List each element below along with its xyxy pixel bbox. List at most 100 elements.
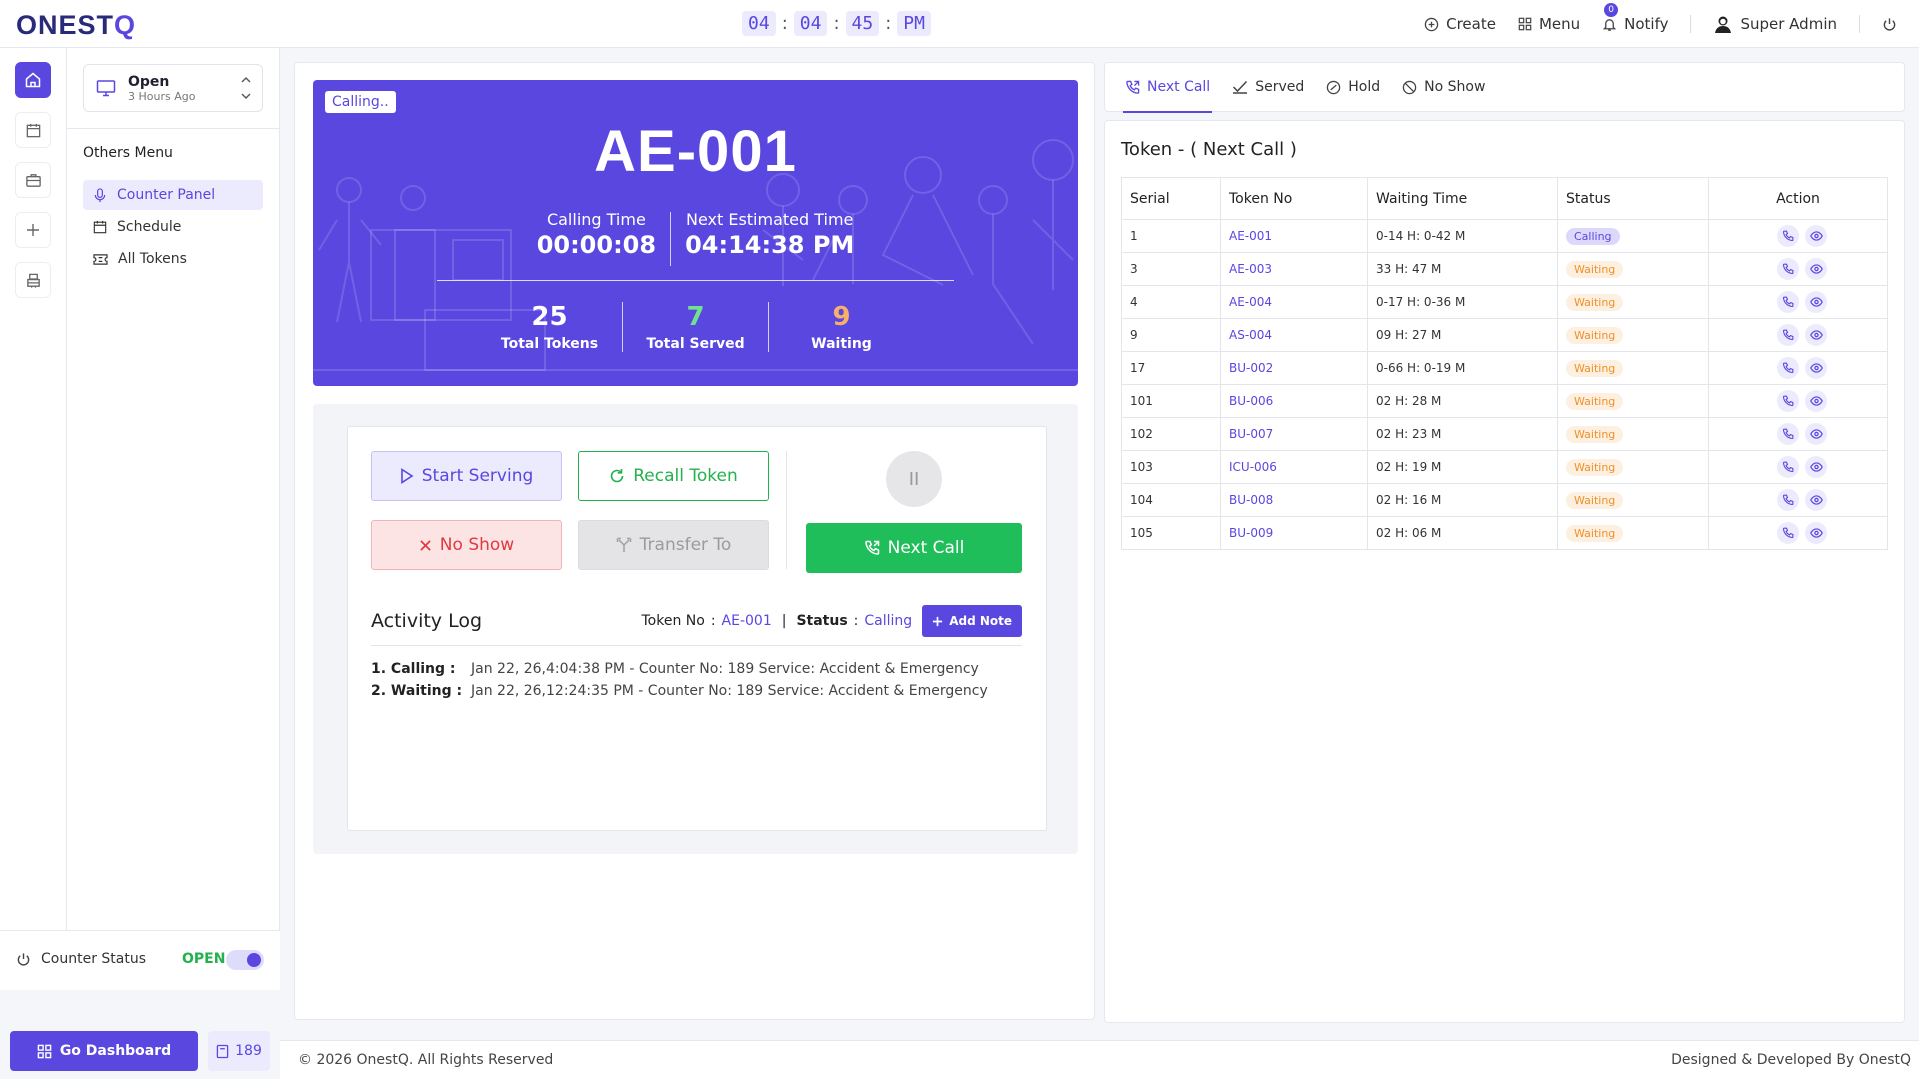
current-token: AE-001 xyxy=(594,119,797,184)
check-icon xyxy=(1232,80,1248,94)
queue-tabs: Next Call Served Hold No Show xyxy=(1104,62,1905,113)
eye-icon[interactable] xyxy=(1805,489,1827,511)
go-dashboard-label: Go Dashboard xyxy=(59,1043,172,1059)
counter-number-badge[interactable]: 189 xyxy=(208,1031,270,1071)
token-link[interactable]: BU-006 xyxy=(1220,384,1368,418)
copyright: © 2026 OnestQ. All Rights Reserved xyxy=(298,1052,554,1068)
call-icon[interactable] xyxy=(1777,258,1799,280)
clock-hours: 04 xyxy=(742,11,776,36)
table-row: 17 BU-002 0-66 H: 0-19 M Waiting xyxy=(1121,351,1888,385)
tab-next-call[interactable]: Next Call xyxy=(1122,62,1213,113)
tab-served[interactable]: Served xyxy=(1232,62,1304,112)
power-icon[interactable] xyxy=(1882,17,1897,32)
queue-table: Serial Token No Waiting Time Status Acti… xyxy=(1121,177,1888,550)
tab-no-show[interactable]: No Show xyxy=(1402,62,1485,112)
sidebar-item-label: Counter Panel xyxy=(117,187,216,203)
status-badge: Waiting xyxy=(1566,326,1624,344)
token-link[interactable]: AE-001 xyxy=(1220,219,1368,253)
eye-icon[interactable] xyxy=(1805,258,1827,280)
transfer-to-label: Transfer To xyxy=(639,535,732,555)
call-icon[interactable] xyxy=(1777,456,1799,478)
call-icon[interactable] xyxy=(1777,423,1799,445)
power-icon xyxy=(16,952,31,967)
menu-button[interactable]: Menu xyxy=(1518,15,1580,33)
token-link[interactable]: AE-004 xyxy=(1220,285,1368,319)
create-button[interactable]: Create xyxy=(1424,15,1496,33)
token-link[interactable]: AE-003 xyxy=(1220,252,1368,286)
phone-icon xyxy=(864,540,880,556)
no-show-button[interactable]: No Show xyxy=(371,520,562,570)
column-header: Status xyxy=(1557,177,1709,220)
briefcase-icon[interactable] xyxy=(15,162,51,198)
eye-icon[interactable] xyxy=(1805,324,1827,346)
counter-panel: Calling.. AE-001 Calling Time 00:00:08 N… xyxy=(294,62,1095,1020)
queue-title: Token - ( Next Call ) xyxy=(1121,139,1297,160)
token-link[interactable]: BU-009 xyxy=(1220,516,1368,550)
token-link[interactable]: BU-007 xyxy=(1220,417,1368,451)
table-row: 104 BU-008 02 H: 16 M Waiting xyxy=(1121,483,1888,517)
call-icon[interactable] xyxy=(1777,390,1799,412)
waiting-time-cell: 02 H: 19 M xyxy=(1367,450,1558,484)
eye-icon[interactable] xyxy=(1805,225,1827,247)
counter-status-bar: Counter Status OPEN xyxy=(0,930,280,990)
call-icon[interactable] xyxy=(1777,522,1799,544)
counter-status-label: Counter Status xyxy=(41,951,147,967)
sidebar-item-all-tokens[interactable]: All Tokens xyxy=(83,244,263,274)
clock-seconds: 45 xyxy=(845,11,880,36)
notify-badge: 0 xyxy=(1604,3,1619,17)
counter-status-dropdown[interactable]: Open 3 Hours Ago xyxy=(83,64,263,112)
next-call-button[interactable]: Next Call xyxy=(806,523,1022,573)
token-link[interactable]: ICU-006 xyxy=(1220,450,1368,484)
plus-icon[interactable] xyxy=(15,212,51,248)
kiosk-icon[interactable] xyxy=(15,262,51,298)
start-serving-button[interactable]: Start Serving xyxy=(371,451,562,501)
serial-cell: 4 xyxy=(1121,285,1221,319)
eye-icon[interactable] xyxy=(1805,390,1827,412)
top-bar: ONESTQ 04: 04: 45: PM Create Menu 0 Noti… xyxy=(0,0,1919,48)
activity-meta: Token No: AE-001 | Status: Calling Add N… xyxy=(641,605,1022,637)
sidebar-item-counter-panel[interactable]: Counter Panel xyxy=(83,180,263,210)
sidebar-item-schedule[interactable]: Schedule xyxy=(83,212,263,242)
token-no-value: AE-001 xyxy=(721,613,772,629)
transfer-to-button[interactable]: Transfer To xyxy=(578,520,769,570)
pause-button[interactable]: II xyxy=(886,451,942,507)
serial-cell: 102 xyxy=(1121,417,1221,451)
recall-token-label: Recall Token xyxy=(633,466,738,486)
eye-icon[interactable] xyxy=(1805,291,1827,313)
menu-label: Menu xyxy=(1538,15,1581,33)
call-icon[interactable] xyxy=(1777,291,1799,313)
eye-icon[interactable] xyxy=(1805,522,1827,544)
call-icon[interactable] xyxy=(1777,357,1799,379)
credits: Designed & Developed By OnestQ xyxy=(1671,1052,1911,1068)
clock: 04: 04: 45: PM xyxy=(742,11,931,36)
counter-status-toggle[interactable] xyxy=(226,950,264,970)
token-link[interactable]: BU-002 xyxy=(1220,351,1368,385)
recall-token-button[interactable]: Recall Token xyxy=(578,451,769,501)
stat-waiting: 9 Waiting xyxy=(811,302,872,352)
logo[interactable]: ONESTQ xyxy=(16,10,136,41)
call-icon[interactable] xyxy=(1777,489,1799,511)
home-icon[interactable] xyxy=(15,62,51,98)
table-row: 9 AS-004 09 H: 27 M Waiting xyxy=(1121,318,1888,352)
tab-hold[interactable]: Hold xyxy=(1326,62,1380,112)
no-show-label: No Show xyxy=(439,535,515,555)
add-note-button[interactable]: Add Note xyxy=(922,605,1022,637)
top-nav: Create Menu 0 Notify Super Admin xyxy=(1424,0,1897,48)
eye-icon[interactable] xyxy=(1805,423,1827,445)
serial-cell: 105 xyxy=(1121,516,1221,550)
notify-label: Notify xyxy=(1624,15,1669,33)
eye-icon[interactable] xyxy=(1805,357,1827,379)
go-dashboard-button[interactable]: Go Dashboard xyxy=(10,1031,198,1071)
status-subtitle: 3 Hours Ago xyxy=(128,89,196,103)
column-header: Waiting Time xyxy=(1367,177,1558,220)
create-label: Create xyxy=(1446,15,1496,33)
notify-button[interactable]: 0 Notify xyxy=(1602,3,1669,33)
call-icon[interactable] xyxy=(1777,225,1799,247)
calendar-icon[interactable] xyxy=(15,112,51,148)
call-icon[interactable] xyxy=(1777,324,1799,346)
token-link[interactable]: AS-004 xyxy=(1220,318,1368,352)
user-menu[interactable]: Super Admin xyxy=(1713,14,1837,34)
split-arrow-icon xyxy=(616,537,632,553)
token-link[interactable]: BU-008 xyxy=(1220,483,1368,517)
eye-icon[interactable] xyxy=(1805,456,1827,478)
